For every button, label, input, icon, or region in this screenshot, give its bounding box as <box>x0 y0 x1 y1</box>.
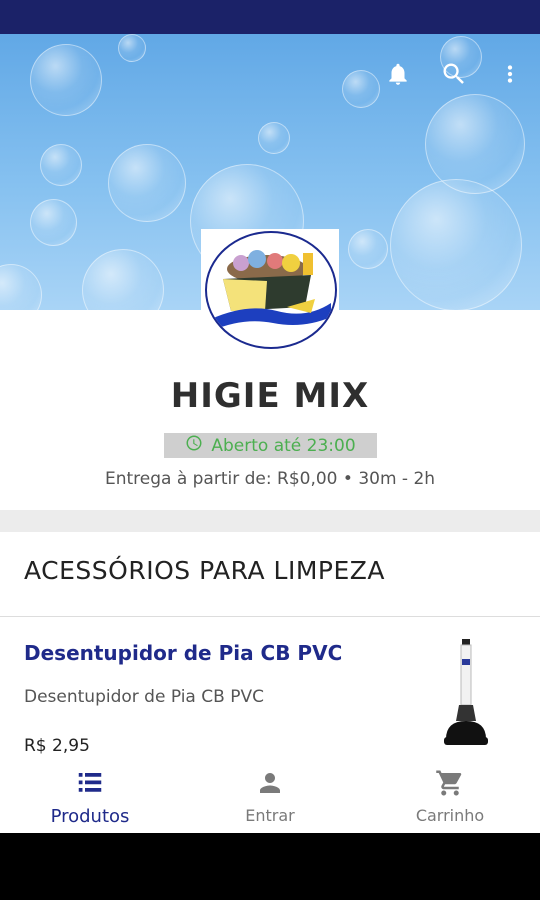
bubble <box>258 122 290 154</box>
bubble <box>108 144 186 222</box>
bubble <box>342 70 380 108</box>
nav-produtos[interactable]: Produtos <box>0 760 180 833</box>
store-name: HIGIE MIX <box>170 376 370 416</box>
bell-icon[interactable] <box>382 58 414 90</box>
bubble <box>390 179 522 310</box>
bubble <box>82 249 164 310</box>
bubble <box>348 229 388 269</box>
bubble <box>40 144 82 186</box>
bubble <box>30 199 77 246</box>
person-icon <box>255 768 285 802</box>
store-logo <box>201 229 339 351</box>
category-header: ACESSÓRIOS PARA LIMPEZA <box>0 532 540 617</box>
more-vert-icon[interactable] <box>494 58 526 90</box>
product-name[interactable]: Desentupidor de Pia CB PVC <box>24 641 342 665</box>
header-actions <box>382 58 526 90</box>
nav-label: Produtos <box>50 806 130 827</box>
status-bar <box>0 0 540 34</box>
product-description: Desentupidor de Pia CB PVC <box>24 687 264 707</box>
bubble <box>30 44 102 116</box>
store-logo-circle <box>205 231 337 349</box>
nav-entrar[interactable]: Entrar <box>180 760 360 833</box>
open-status-text: Aberto até 23:00 <box>211 435 356 456</box>
nav-carrinho[interactable]: Carrinho <box>360 760 540 833</box>
bubble <box>0 264 42 310</box>
delivery-info: Entrega à partir de: R$0,00 • 30m - 2h <box>104 469 436 489</box>
cart-icon <box>435 768 465 802</box>
bottom-navigation: Produtos Entrar Carrinho <box>0 760 540 833</box>
open-status-badge: Aberto até 23:00 <box>164 433 377 458</box>
category-title: ACESSÓRIOS PARA LIMPEZA <box>24 556 386 585</box>
product-card[interactable]: Desentupidor de Pia CB PVC Desentupidor … <box>0 617 540 760</box>
nav-label: Carrinho <box>415 806 485 825</box>
product-image[interactable] <box>432 635 502 751</box>
nav-label: Entrar <box>245 806 295 825</box>
list-icon <box>75 768 105 802</box>
clock-icon <box>185 434 203 457</box>
bubble <box>118 34 146 62</box>
system-navigation-bar <box>0 833 540 900</box>
bubble <box>425 94 525 194</box>
product-price: R$ 2,95 <box>24 736 90 756</box>
search-icon[interactable] <box>438 58 470 90</box>
section-divider <box>0 510 540 532</box>
